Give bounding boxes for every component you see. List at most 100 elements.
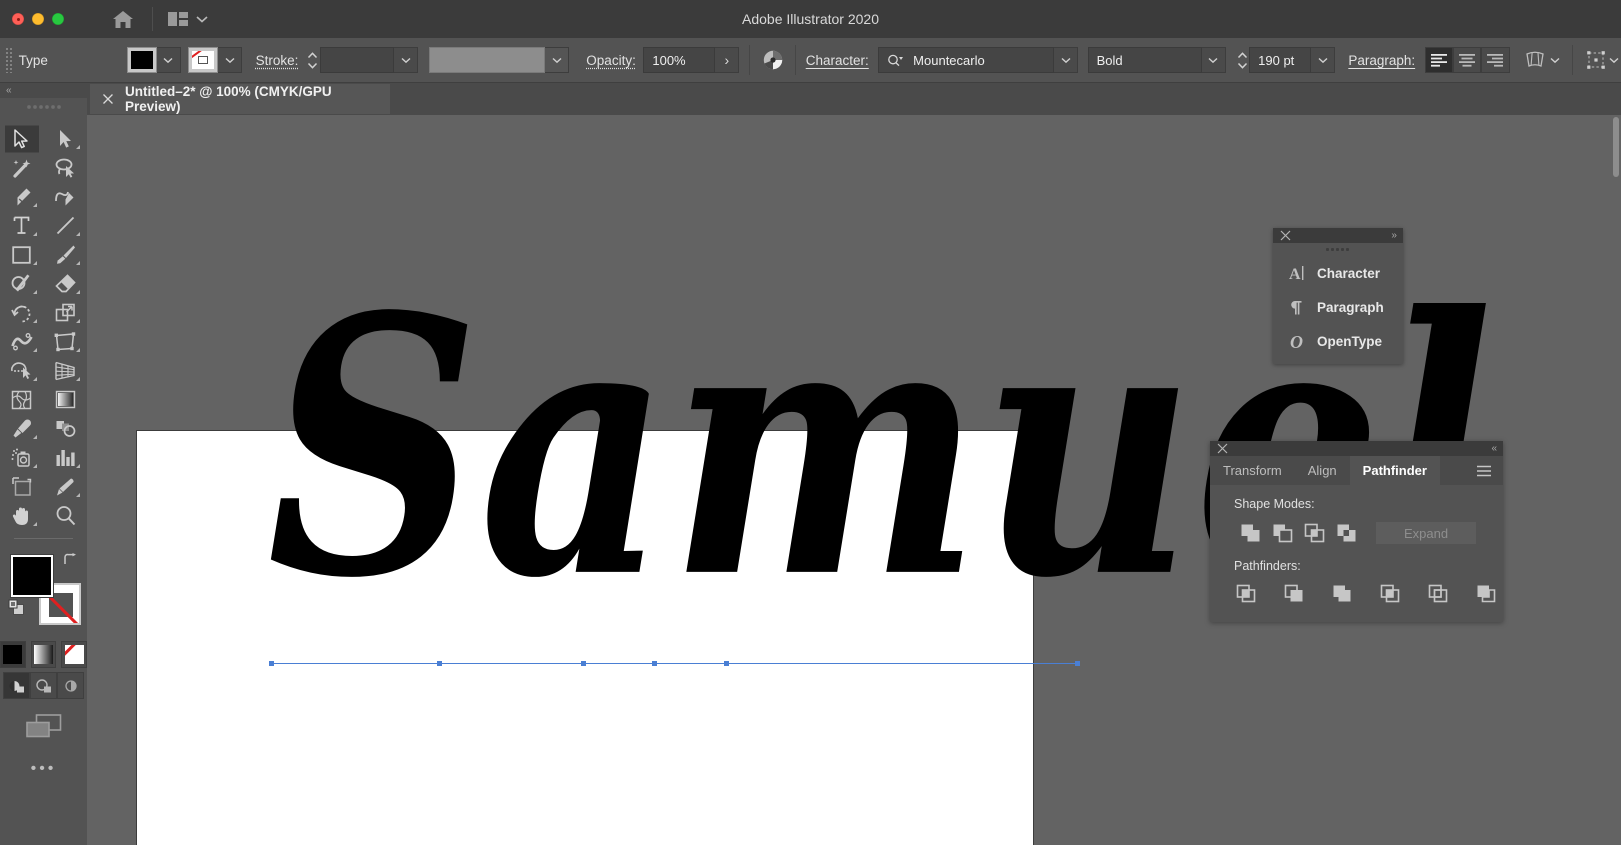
character-panel-item[interactable]: A Character [1273,256,1403,290]
perspective-grid-tool[interactable] [44,356,88,385]
opacity-control[interactable]: 100% › [643,47,740,73]
align-center-icon[interactable] [1452,47,1482,73]
align-right-icon[interactable] [1481,47,1510,73]
character-label[interactable]: Character: [806,53,869,68]
slice-tool[interactable] [44,472,88,501]
scrollbar-thumb[interactable] [1613,117,1619,177]
recolor-artwork-icon[interactable] [760,47,784,73]
fill-dropdown-caret[interactable] [156,47,181,73]
font-size-stepper[interactable] [1235,47,1249,73]
zoom-tool[interactable] [44,501,88,530]
more-tools-button[interactable]: ••• [0,760,87,778]
opacity-label[interactable]: Opacity: [586,53,636,68]
rectangle-tool[interactable] [0,240,44,269]
close-icon[interactable] [1280,230,1291,241]
lasso-tool[interactable] [44,153,88,182]
width-tool[interactable] [0,327,44,356]
symbol-sprayer-tool[interactable] [0,443,44,472]
none-fill-mode[interactable] [61,641,88,668]
scale-tool[interactable] [44,298,88,327]
transform-caret[interactable] [1608,47,1621,73]
curvature-tool[interactable] [44,182,88,211]
tab-align[interactable]: Align [1294,456,1350,485]
column-graph-tool[interactable] [44,443,88,472]
make-envelope-icon[interactable] [1523,47,1547,73]
font-family-control[interactable]: Mountecarlo [878,47,1079,73]
trim-icon[interactable] [1278,581,1310,607]
stroke-color-control[interactable] [188,47,243,73]
intersect-icon[interactable] [1298,520,1330,546]
type-panel-header[interactable]: ›› [1273,228,1403,243]
font-size-value[interactable]: 190 pt [1249,47,1312,73]
hand-tool[interactable] [0,501,44,530]
draw-behind-icon[interactable] [30,672,57,699]
pathfinder-collapse-button[interactable]: « [1491,443,1496,454]
paragraph-label[interactable]: Paragraph: [1348,53,1415,68]
stroke-profile-input[interactable] [429,47,546,73]
merge-icon[interactable] [1326,581,1358,607]
align-left-icon[interactable] [1424,47,1453,73]
magic-wand-tool[interactable] [0,153,44,182]
stroke-swatch[interactable] [188,47,219,73]
pathfinder-panel-header[interactable]: « [1210,441,1503,456]
fill-indicator[interactable] [10,554,54,598]
opentype-panel-item[interactable]: O OpenType [1273,324,1403,358]
paragraph-panel-item[interactable]: Paragraph [1273,290,1403,324]
free-transform-tool[interactable] [44,327,88,356]
document-tab[interactable]: Untitled–2* @ 100% (CMYK/GPU Preview) [90,84,390,114]
eraser-tool[interactable] [44,269,88,298]
blend-tool[interactable] [44,414,88,443]
pen-tool[interactable] [0,182,44,211]
unite-icon[interactable] [1234,520,1266,546]
shape-builder-tool[interactable] [0,356,44,385]
control-bar-grip[interactable] [5,47,12,73]
exclude-icon[interactable] [1330,520,1362,546]
gradient-tool[interactable] [44,385,88,414]
stroke-profile-control[interactable] [429,47,570,73]
mesh-tool[interactable] [0,385,44,414]
outline-icon[interactable] [1422,581,1454,607]
shaper-tool[interactable] [0,269,44,298]
stroke-weight-input[interactable] [320,47,395,73]
minus-front-icon[interactable] [1266,520,1298,546]
close-icon[interactable] [102,93,114,105]
swap-fill-stroke-icon[interactable] [63,553,79,572]
draw-inside-icon[interactable] [57,672,84,699]
transform-panel-icon[interactable] [1583,47,1607,73]
fill-color-control[interactable] [126,47,181,73]
direct-selection-tool[interactable] [44,124,88,153]
opacity-more-button[interactable]: › [715,47,740,73]
stroke-dropdown-caret[interactable] [218,47,243,73]
font-style-caret[interactable] [1201,47,1226,73]
minus-back-icon[interactable] [1470,581,1502,607]
arrange-documents-button[interactable] [167,11,208,27]
line-segment-tool[interactable] [44,211,88,240]
close-window-button[interactable] [12,13,24,25]
font-family-caret[interactable] [1054,47,1079,73]
font-style-control[interactable]: Bold [1087,47,1226,73]
stroke-profile-caret[interactable] [545,47,570,73]
font-style-value[interactable]: Bold [1087,47,1202,73]
fill-swatch[interactable] [126,47,157,73]
paintbrush-tool[interactable] [44,240,88,269]
color-fill-mode[interactable] [0,641,26,668]
type-tool[interactable] [0,211,44,240]
font-size-control[interactable]: 190 pt [1249,47,1336,73]
stroke-label[interactable]: Stroke: [256,53,299,68]
stroke-weight-stepper[interactable] [306,47,320,73]
panel-menu-icon[interactable] [1476,465,1492,477]
selection-tool[interactable] [0,124,44,153]
stroke-weight-caret[interactable] [394,47,419,73]
draw-normal-icon[interactable] [3,672,30,699]
crop-icon[interactable] [1374,581,1406,607]
artboard-tool[interactable] [0,472,44,501]
default-fill-stroke-icon[interactable] [8,599,25,619]
envelope-caret[interactable] [1547,47,1562,73]
expand-button[interactable]: Expand [1376,522,1476,544]
tab-pathfinder[interactable]: Pathfinder [1349,456,1440,485]
minimize-window-button[interactable] [32,13,44,25]
tab-transform[interactable]: Transform [1210,456,1295,485]
home-icon[interactable] [108,4,138,34]
type-panel-grip[interactable] [1273,243,1403,256]
type-panel-expand-button[interactable]: ›› [1391,230,1397,241]
